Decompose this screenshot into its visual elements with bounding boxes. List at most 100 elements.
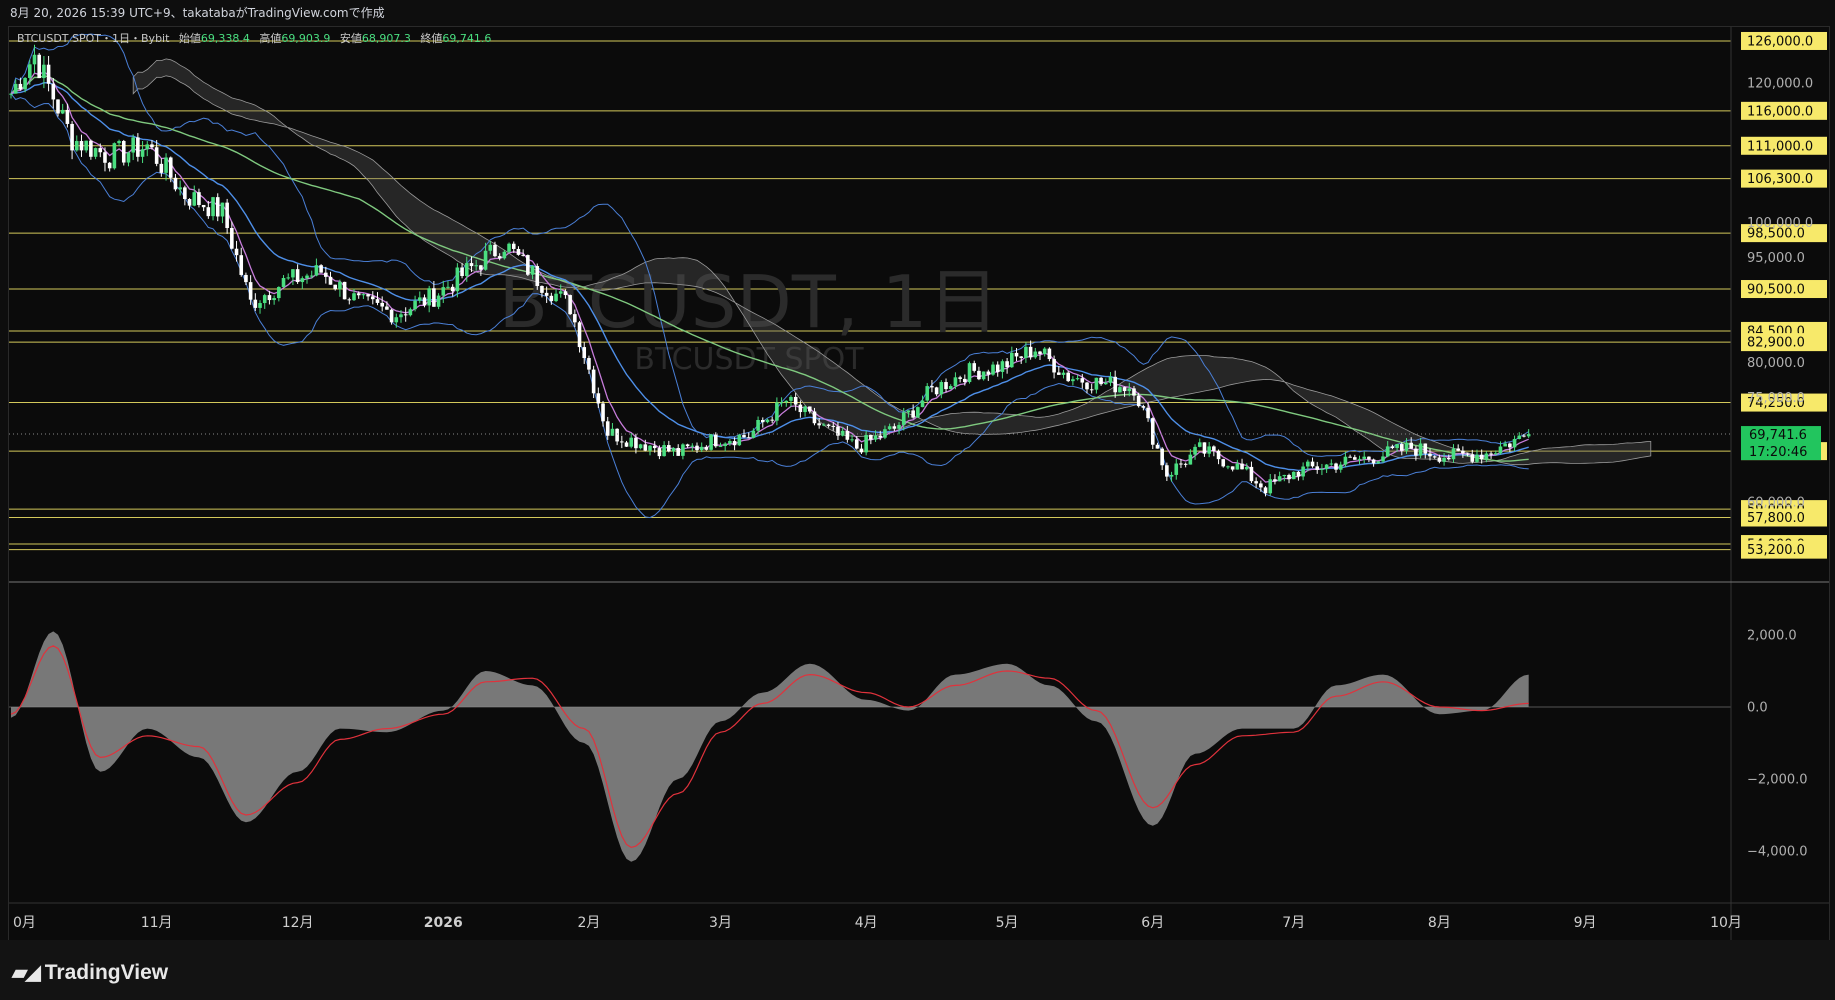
candle-down <box>1052 359 1056 373</box>
candle-down <box>201 204 206 208</box>
candle-up <box>27 64 32 78</box>
candle-up <box>1404 442 1409 451</box>
candle-up <box>474 265 478 267</box>
candle-down <box>812 411 817 424</box>
candle-up <box>131 137 135 153</box>
candle-down <box>963 378 967 383</box>
candle-up <box>690 445 695 447</box>
time-tick-label: 6月 <box>1141 915 1164 931</box>
candle-up <box>699 446 704 451</box>
candle-down <box>1470 454 1475 462</box>
time-tick-label: 4月 <box>855 915 878 931</box>
candle-down <box>511 243 516 249</box>
candle-down <box>168 157 173 178</box>
candle-down <box>1263 487 1268 494</box>
footer: ▰◢ TradingView <box>0 940 1835 1000</box>
legend-close: 69,741.6 <box>442 32 491 45</box>
candle-down <box>977 370 981 380</box>
candle-up <box>991 364 995 375</box>
candle-up <box>140 149 145 157</box>
candle-down <box>356 293 361 296</box>
candle-down <box>859 448 864 453</box>
chart-frame[interactable]: BTCUSDT, 1日 BTCUSDT SPOT 2,000.0 0.0 −2,00… <box>8 26 1830 942</box>
candle-down <box>319 265 323 273</box>
candle-up <box>338 281 342 290</box>
candle-down <box>225 202 229 229</box>
candle-down <box>197 192 201 205</box>
candle-up <box>1235 463 1240 470</box>
level-label: 106,300.0 <box>1747 172 1813 187</box>
chart-caption: 8月 20, 2026 15:39 UTC+9、takatabaがTrading… <box>10 6 385 20</box>
candle-up <box>9 93 13 95</box>
chart-canvas[interactable]: BTCUSDT, 1日 BTCUSDT SPOT 2,000.00.0−2,00… <box>9 27 1829 941</box>
candle-down <box>1014 352 1019 357</box>
candle-up <box>300 278 305 283</box>
candle-up <box>1033 351 1038 358</box>
candle-down <box>1165 465 1169 477</box>
candle-down <box>958 377 962 379</box>
candle-up <box>789 396 793 401</box>
candle-up <box>822 424 826 426</box>
candle-up <box>948 386 953 390</box>
time-tick-label: 8月 <box>1428 915 1451 931</box>
candle-down <box>1259 483 1263 488</box>
candle-up <box>464 263 469 277</box>
candle-down <box>1179 463 1183 465</box>
candle-up <box>281 277 286 287</box>
candle-down <box>568 295 572 315</box>
candle-up <box>1451 448 1456 460</box>
candle-up <box>1329 463 1334 465</box>
candle-down <box>37 54 41 79</box>
candle-up <box>1498 446 1503 454</box>
candle-down <box>878 435 883 438</box>
candle-up <box>413 300 417 310</box>
candle-down <box>582 347 587 359</box>
legend-close-label: 終値 <box>420 31 442 45</box>
candle-down <box>1066 372 1070 382</box>
level-label: 111,000.0 <box>1747 139 1813 154</box>
candle-down <box>1146 407 1150 419</box>
level-label: 82,900.0 <box>1747 336 1805 351</box>
candle-down <box>995 364 1000 372</box>
candle-down <box>206 207 211 217</box>
candle-up <box>13 83 18 94</box>
candle-down <box>1446 457 1451 460</box>
time-tick-label: 0月 <box>13 915 36 931</box>
candle-down <box>798 404 803 413</box>
candle-down <box>385 306 389 310</box>
candle-down <box>713 434 718 447</box>
candle-down <box>1296 471 1301 477</box>
candle-down <box>643 444 648 451</box>
candle-down <box>972 363 977 371</box>
macd-tick-label: 2,000.0 <box>1747 629 1797 644</box>
candle-up <box>258 303 262 308</box>
candle-down <box>657 448 662 457</box>
candle-down <box>1005 361 1009 368</box>
tradingview-logo[interactable]: ▰◢ TradingView <box>12 960 168 985</box>
candle-down <box>1113 376 1117 393</box>
candle-up <box>314 265 319 276</box>
level-label: 126,000.0 <box>1747 34 1813 49</box>
candle-down <box>676 447 681 456</box>
legend-low: 68,907.3 <box>362 32 411 45</box>
candle-up <box>1475 454 1479 462</box>
candle-down <box>1348 456 1352 458</box>
legend-open: 69,338.4 <box>201 32 250 45</box>
candle-down <box>1038 351 1042 355</box>
candle-down <box>183 187 187 200</box>
candle-down <box>230 228 234 249</box>
candle-down <box>1334 463 1338 470</box>
candle-up <box>864 434 868 453</box>
candle-down <box>1423 443 1428 454</box>
candle-up <box>1197 442 1202 447</box>
candle-up <box>417 297 422 301</box>
candle-down <box>493 244 497 257</box>
candle-down <box>1089 389 1094 391</box>
candle-down <box>1353 457 1357 460</box>
brand-name: TradingView <box>44 960 169 984</box>
candle-down <box>46 64 51 84</box>
candle-up <box>1268 479 1273 494</box>
candle-up <box>1381 456 1385 462</box>
candle-down <box>469 263 474 267</box>
candle-down <box>150 144 154 148</box>
